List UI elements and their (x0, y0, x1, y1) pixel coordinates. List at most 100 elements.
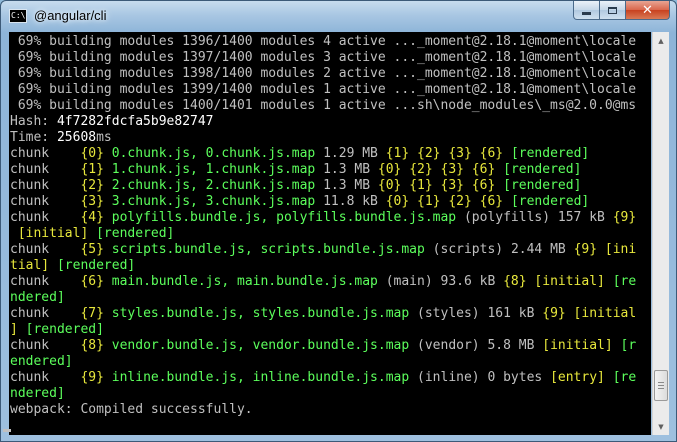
console-text-segment: (main) 93.6 kB (385, 274, 504, 289)
console-text-segment: ms (96, 130, 112, 145)
console-line: chunk {2} 2.chunk.js, 2.chunk.js.map 1.3… (10, 178, 636, 194)
thumb-grip-icon (658, 388, 664, 389)
console-line: ndered] (10, 386, 636, 402)
text-cursor (3, 429, 11, 432)
console-text-segment: {1} (80, 162, 112, 177)
console-text-segment: 69% building modules 1396/1400 modules 4… (10, 34, 637, 49)
console-text-segment: {8} [initial] (503, 274, 613, 289)
console-text-segment: [rendered] (503, 162, 582, 177)
console-text-segment: 69% building modules 1400/1401 modules 1… (10, 98, 637, 113)
console-text-segment: chunk (10, 194, 81, 209)
console-text-segment: chunk (10, 162, 81, 177)
console-text-segment: 69% building modules 1397/1400 modules 3… (10, 50, 637, 65)
vertical-scrollbar[interactable]: ▲ ▼ (652, 32, 669, 435)
console-line: 69% building modules 1396/1400 modules 4… (10, 34, 636, 50)
console-text-segment: [r (620, 338, 637, 353)
maximize-button[interactable] (600, 1, 626, 20)
console-text-segment: chunk (10, 306, 81, 321)
console-text-segment: {3} (80, 194, 112, 209)
window-title: @angular/cli (34, 8, 107, 23)
console-text-segment: (styles) 161 kB (417, 306, 543, 321)
console-text-segment: [rendered] (503, 178, 582, 193)
console-output[interactable]: 69% building modules 1396/1400 modules 4… (9, 32, 651, 435)
console-line: chunk {7} styles.bundle.js, styles.bundl… (10, 306, 636, 322)
console-text-segment: [rendered] (510, 146, 590, 161)
console-text-segment: 69% building modules 1399/1400 modules 1… (10, 82, 637, 97)
console-line: chunk {1} 1.chunk.js, 1.chunk.js.map 1.3… (10, 162, 636, 178)
console-text-segment: {0} {1} {2} {6} (385, 194, 511, 209)
console-text-segment: {2} (80, 178, 112, 193)
console-text-segment: Time: (10, 130, 57, 145)
console-window: C:\ @angular/cli ✕ 69% building modules … (0, 0, 677, 442)
console-text-segment: ] (10, 322, 26, 337)
console-text-segment: chunk (10, 178, 81, 193)
thumb-grip-icon (658, 385, 664, 386)
console-text-segment: chunk (10, 274, 81, 289)
console-text-segment: [rendered] (56, 258, 136, 273)
scroll-up-arrow-icon[interactable]: ▲ (653, 32, 669, 49)
console-text-segment: chunk (10, 146, 81, 161)
console-text-segment: (inline) 0 bytes (417, 370, 551, 385)
console-text-segment: main.bundle.js, main.bundle.js.map (111, 274, 386, 289)
console-text-segment: {0} {2} {3} {6} (377, 162, 504, 177)
console-text-segment: webpack: Compiled successfully. (10, 402, 253, 417)
console-text-segment: inline.bundle.js, inline.bundle.js.map (111, 370, 418, 385)
console-line: Time: 25608ms (10, 130, 636, 146)
console-text-segment: 4f7282fdcfa5b9e82747 (56, 114, 214, 129)
console-text-segment: {7} (80, 306, 112, 321)
console-text-segment: vendor.bundle.js, vendor.bundle.js.map (111, 338, 418, 353)
console-text-segment: ndered] (10, 386, 65, 401)
console-line: tial] [rendered] (10, 258, 636, 274)
console-text-segment: {0} (80, 146, 112, 161)
console-lines: 69% building modules 1396/1400 modules 4… (10, 34, 636, 418)
console-text-segment: [re (612, 274, 637, 289)
console-line: ndered] (10, 290, 636, 306)
console-text-segment: [initial] (10, 226, 97, 241)
console-text-segment: (scripts) 2.44 MB (432, 242, 574, 257)
console-text-segment: {9} [ini (573, 242, 637, 257)
console-text-segment: {9} [initial (542, 306, 637, 321)
console-text-segment: {4} (80, 210, 112, 225)
console-text-segment: 1.3 MB (323, 178, 378, 193)
console-text-segment: 1.3 MB (323, 162, 378, 177)
console-text-segment: 11.8 kB (323, 194, 386, 209)
console-line: ] [rendered] (10, 322, 636, 338)
console-text-segment: 69% building modules 1398/1400 modules 2… (10, 66, 637, 81)
thumb-grip-icon (658, 382, 664, 383)
title-bar[interactable]: C:\ @angular/cli ✕ (1, 1, 676, 31)
console-line: 69% building modules 1398/1400 modules 2… (10, 66, 636, 82)
cmd-console-icon[interactable]: C:\ (9, 9, 27, 23)
console-text-segment: chunk (10, 210, 81, 225)
console-line: chunk {8} vendor.bundle.js, vendor.bundl… (10, 338, 636, 354)
console-line: chunk {6} main.bundle.js, main.bundle.js… (10, 274, 636, 290)
console-text-segment: polyfills.bundle.js, polyfills.bundle.js… (111, 210, 464, 225)
console-text-segment: (vendor) 5.8 MB (417, 338, 543, 353)
console-line: webpack: Compiled successfully. (10, 402, 636, 418)
scroll-down-arrow-icon[interactable]: ▼ (653, 418, 669, 435)
console-text-segment: scripts.bundle.js, scripts.bundle.js.map (111, 242, 433, 257)
console-text-segment: tial] (10, 258, 57, 273)
console-text-segment: 2.chunk.js, 2.chunk.js.map (111, 178, 324, 193)
close-button[interactable]: ✕ (626, 1, 670, 20)
console-line: [initial] [rendered] (10, 226, 636, 242)
console-text-segment: {6} (80, 274, 112, 289)
console-text-segment: [rendered] (25, 322, 104, 337)
minimize-button[interactable] (573, 1, 600, 20)
minimize-icon (582, 11, 591, 15)
console-text-segment: 1.chunk.js, 1.chunk.js.map (111, 162, 324, 177)
console-line: chunk {3} 3.chunk.js, 3.chunk.js.map 11.… (10, 194, 636, 210)
console-text-segment: [rendered] (510, 194, 590, 209)
console-text-segment: 1.29 MB (323, 146, 386, 161)
console-text-segment: (polyfills) 157 kB (463, 210, 613, 225)
maximize-icon (608, 6, 617, 14)
scrollbar-thumb[interactable] (654, 370, 668, 401)
close-icon: ✕ (642, 2, 653, 18)
window-controls: ✕ (573, 1, 670, 21)
console-line: endered] (10, 354, 636, 370)
console-text-segment: 25608 (56, 130, 97, 145)
console-text-segment: {9} (80, 370, 112, 385)
console-line: 69% building modules 1399/1400 modules 1… (10, 82, 636, 98)
console-text-segment: {0} {1} {3} {6} (377, 178, 504, 193)
console-text-segment: [entry] (550, 370, 613, 385)
console-line: 69% building modules 1397/1400 modules 3… (10, 50, 636, 66)
